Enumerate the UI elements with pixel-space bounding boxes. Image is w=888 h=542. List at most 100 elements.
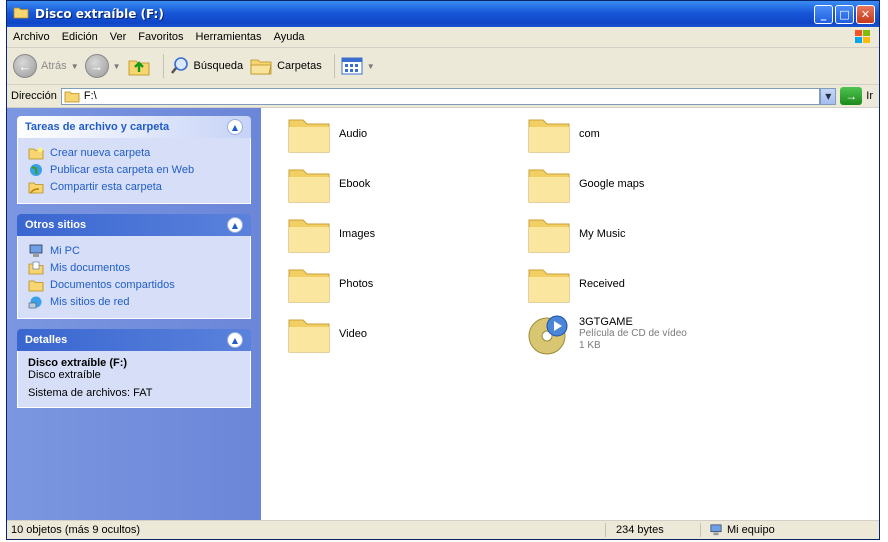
toolbar-separator <box>333 54 335 78</box>
shared-folder-icon <box>28 280 44 291</box>
folder-icon <box>64 91 80 102</box>
file-tasks-panel: Tareas de archivo y carpeta ▲ Crear nuev… <box>17 116 251 204</box>
chevron-down-icon[interactable]: ▼ <box>113 62 121 71</box>
folder-item[interactable]: Images <box>287 214 375 254</box>
task-label: Compartir esta carpeta <box>50 180 162 193</box>
address-input[interactable]: F:\ <box>60 87 821 105</box>
back-label: Atrás <box>41 60 67 72</box>
search-icon <box>170 57 188 74</box>
task-share-folder[interactable]: Compartir esta carpeta <box>28 178 240 195</box>
folder-item[interactable]: com <box>527 114 600 154</box>
task-label: Publicar esta carpeta en Web <box>50 163 195 176</box>
status-location-label: Mi equipo <box>727 524 775 536</box>
folder-icon <box>528 169 570 203</box>
item-name: Video <box>339 328 367 340</box>
share-folder-icon <box>28 182 44 193</box>
folder-icon <box>288 169 330 203</box>
other-places-header[interactable]: Otros sitios ▲ <box>17 214 251 236</box>
views-button[interactable]: ▼ <box>341 56 375 76</box>
explorer-window: Disco extraíble (F:) _ □ ✕ Archivo Edici… <box>6 0 880 540</box>
computer-icon <box>29 244 43 257</box>
back-button[interactable]: ← Atrás ▼ <box>13 54 79 78</box>
item-size: 1 KB <box>579 340 601 351</box>
address-bar: Dirección F:\ ▼ → Ir <box>7 85 879 108</box>
item-name: Received <box>579 278 625 290</box>
details-panel: Detalles ▲ Disco extraíble (F:) Disco ex… <box>17 329 251 408</box>
file-list: Audio Ebook Images Photos Video com Goog… <box>261 108 879 521</box>
folder-icon <box>528 269 570 303</box>
go-arrow-icon: → <box>840 87 863 105</box>
details-title: Detalles <box>25 334 68 346</box>
status-size: 234 bytes <box>606 523 701 537</box>
item-type: Película de CD de vídeo <box>579 328 687 339</box>
menu-ayuda[interactable]: Ayuda <box>274 31 305 43</box>
video-cd-icon <box>528 315 568 355</box>
address-dropdown-button[interactable]: ▼ <box>820 87 837 105</box>
task-label: Crear nueva carpeta <box>50 146 151 159</box>
task-new-folder[interactable]: Crear nueva carpeta <box>28 144 240 161</box>
task-publish-web[interactable]: Publicar esta carpeta en Web <box>28 161 240 178</box>
folder-icon <box>288 219 330 253</box>
network-icon <box>28 296 42 308</box>
main-area: Tareas de archivo y carpeta ▲ Crear nuev… <box>7 108 879 521</box>
item-name: 3GTGAME <box>579 316 633 328</box>
up-folder-button[interactable] <box>127 54 151 78</box>
title-bar[interactable]: Disco extraíble (F:) _ □ ✕ <box>7 1 879 27</box>
folder-icon <box>13 6 29 22</box>
place-label: Mis documentos <box>50 261 131 274</box>
forward-arrow-icon: → <box>84 54 109 78</box>
details-filesystem: Sistema de archivos: FAT <box>28 387 153 399</box>
folder-item[interactable]: My Music <box>527 214 625 254</box>
minimize-button[interactable]: _ <box>814 5 833 24</box>
place-network[interactable]: Mis sitios de red <box>28 293 240 310</box>
chevron-down-icon[interactable]: ▼ <box>71 62 79 71</box>
folders-button[interactable]: Carpetas <box>249 56 322 76</box>
chevron-down-icon[interactable]: ▼ <box>367 62 375 71</box>
place-label: Mis sitios de red <box>50 295 130 308</box>
details-header[interactable]: Detalles ▲ <box>17 329 251 351</box>
menu-herramientas[interactable]: Herramientas <box>196 31 262 43</box>
forward-button[interactable]: → ▼ <box>84 54 121 78</box>
other-places-title: Otros sitios <box>25 219 87 231</box>
close-button[interactable]: ✕ <box>856 5 875 24</box>
collapse-icon[interactable]: ▲ <box>227 119 243 135</box>
place-my-pc[interactable]: Mi PC <box>28 242 240 259</box>
up-folder-icon <box>128 60 149 76</box>
menu-ver[interactable]: Ver <box>110 31 127 43</box>
views-icon <box>341 57 363 75</box>
folder-icon <box>528 119 570 153</box>
back-arrow-icon: ← <box>13 54 37 78</box>
computer-icon <box>710 524 722 536</box>
folder-item[interactable]: Google maps <box>527 164 644 204</box>
folder-item[interactable]: Received <box>527 264 625 304</box>
video-cd-item[interactable]: 3GTGAME Película de CD de vídeo 1 KB <box>527 312 687 356</box>
maximize-button[interactable]: □ <box>835 5 854 24</box>
toolbar-separator <box>162 54 164 78</box>
search-button[interactable]: Búsqueda <box>170 56 243 76</box>
go-button[interactable]: → Ir <box>840 87 873 105</box>
status-objects: 10 objetos (más 9 ocultos) <box>7 523 606 537</box>
menu-archivo[interactable]: Archivo <box>13 31 50 43</box>
place-my-documents[interactable]: Mis documentos <box>28 259 240 276</box>
place-label: Mi PC <box>50 244 80 257</box>
address-label: Dirección <box>11 90 57 102</box>
details-body: Disco extraíble (F:) Disco extraíble Sis… <box>17 351 251 408</box>
folder-icon <box>288 319 330 353</box>
folder-item[interactable]: Photos <box>287 264 373 304</box>
collapse-icon[interactable]: ▲ <box>227 217 243 233</box>
place-label: Documentos compartidos <box>50 278 175 291</box>
collapse-icon[interactable]: ▲ <box>227 332 243 348</box>
place-shared-documents[interactable]: Documentos compartidos <box>28 276 240 293</box>
menu-favoritos[interactable]: Favoritos <box>138 31 183 43</box>
file-tasks-header[interactable]: Tareas de archivo y carpeta ▲ <box>17 116 251 138</box>
folder-item[interactable]: Audio <box>287 114 367 154</box>
menu-bar: Archivo Edición Ver Favoritos Herramient… <box>7 27 879 48</box>
address-value: F:\ <box>83 90 97 102</box>
folder-item[interactable]: Ebook <box>287 164 370 204</box>
file-tasks-title: Tareas de archivo y carpeta <box>25 121 170 133</box>
folder-item[interactable]: Video <box>287 314 367 354</box>
details-type: Disco extraíble <box>28 369 101 381</box>
menu-edicion[interactable]: Edición <box>62 31 98 43</box>
window-title: Disco extraíble (F:) <box>35 7 164 21</box>
new-folder-icon <box>28 147 44 159</box>
